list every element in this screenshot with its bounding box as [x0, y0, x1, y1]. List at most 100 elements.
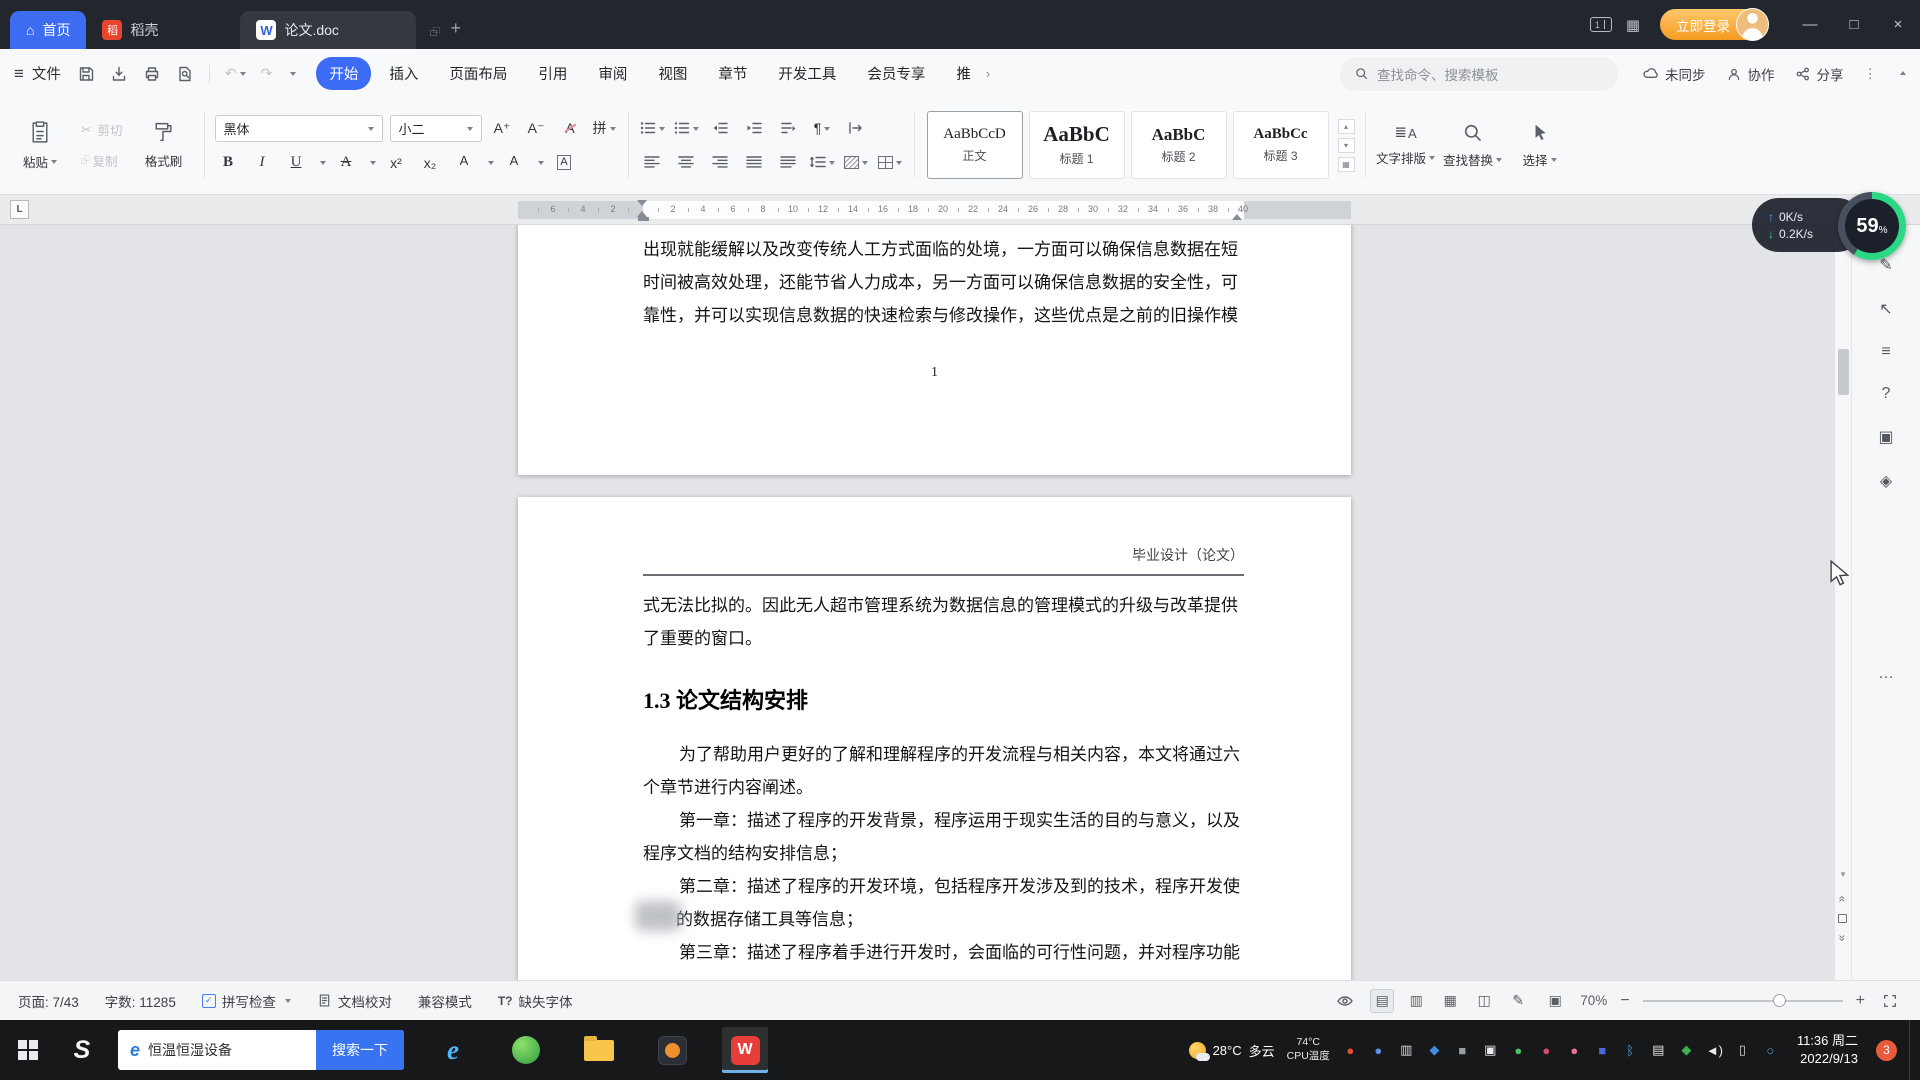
tab-document[interactable]: W 论文.doc: [240, 11, 416, 49]
undo-button[interactable]: ↶: [225, 65, 246, 82]
tray-app-pink-icon[interactable]: ●: [1566, 1043, 1583, 1058]
tray-app-crimson-icon[interactable]: ●: [1538, 1043, 1555, 1058]
clear-format-button[interactable]: A: [557, 115, 584, 141]
page-indicator[interactable]: 页面: 7/43: [18, 991, 79, 1011]
web-layout-icon[interactable]: ◫: [1472, 989, 1496, 1013]
window-split-icon[interactable]: 1: [1590, 17, 1612, 32]
select-browse-object-icon[interactable]: [1838, 914, 1847, 923]
performance-ring-widget[interactable]: 59%: [1838, 192, 1906, 260]
zoom-out-button[interactable]: −: [1620, 992, 1629, 1010]
decrease-font-button[interactable]: A⁻: [523, 115, 550, 141]
app-green-browser[interactable]: [503, 1027, 549, 1073]
numbered-list-button[interactable]: [673, 115, 700, 141]
tab-pin-icon[interactable]: □: [430, 28, 436, 39]
select-button[interactable]: 选择: [1510, 103, 1570, 187]
tray-shield-blue-icon[interactable]: ◆: [1426, 1042, 1443, 1058]
zoom-slider-thumb[interactable]: [1773, 994, 1786, 1007]
more-menu-icon[interactable]: ⋮: [1864, 66, 1878, 82]
tab-stops-button[interactable]: [843, 115, 870, 141]
tray-usb-icon[interactable]: ▯: [1734, 1042, 1751, 1058]
right-indent-marker[interactable]: [1232, 209, 1242, 220]
fullscreen-icon[interactable]: [1878, 989, 1902, 1013]
main-menu-icon[interactable]: ≡: [14, 64, 24, 84]
character-border-button[interactable]: A: [551, 150, 578, 176]
save-button[interactable]: [77, 65, 95, 83]
align-left-button[interactable]: [639, 149, 666, 175]
pinyin-guide-button[interactable]: 拼: [591, 115, 618, 141]
ribbon-tab-会员专享[interactable]: 会员专享: [854, 57, 938, 90]
text-direction-button[interactable]: [775, 115, 802, 141]
missing-font-warning[interactable]: T? 缺失字体: [498, 991, 573, 1011]
left-indent-handle[interactable]: [638, 217, 649, 221]
next-page-icon[interactable]: »: [1837, 935, 1849, 942]
weather-widget[interactable]: 28°C 多云: [1189, 1041, 1275, 1060]
tray-app-gray-icon[interactable]: ■: [1454, 1043, 1471, 1058]
close-button[interactable]: ×: [1876, 0, 1920, 49]
gallery-up-icon[interactable]: ▴: [1338, 119, 1355, 134]
zoom-slider[interactable]: [1643, 1000, 1843, 1002]
start-button[interactable]: [0, 1020, 56, 1080]
font-color-button[interactable]: A: [501, 150, 528, 176]
collaborate-button[interactable]: 协作: [1726, 64, 1775, 84]
cpu-temp-widget[interactable]: 74°C CPU温度: [1287, 1036, 1330, 1063]
gallery-down-icon[interactable]: ▾: [1338, 138, 1355, 153]
align-right-button[interactable]: [707, 149, 734, 175]
eye-protection-icon[interactable]: [1333, 989, 1357, 1013]
find-replace-button[interactable]: 查找替换: [1443, 103, 1503, 187]
select-tool-icon[interactable]: ↖: [1879, 299, 1892, 319]
login-button[interactable]: 立即登录: [1660, 9, 1768, 40]
tabs-overflow-icon[interactable]: ›: [986, 66, 990, 81]
tray-search-ring-icon[interactable]: ○: [1762, 1043, 1779, 1058]
file-menu[interactable]: 文件: [32, 63, 61, 84]
style-card-标题 1[interactable]: AaBbC标题 1: [1029, 111, 1125, 179]
spellcheck-toggle[interactable]: ✓ 拼写检查: [202, 991, 291, 1011]
tray-shield-green-icon[interactable]: ◆: [1678, 1042, 1695, 1058]
app-dark-utility[interactable]: [649, 1027, 695, 1073]
highlight-color-button[interactable]: A: [451, 150, 478, 176]
app-wps-office[interactable]: W: [722, 1027, 768, 1073]
tray-clipboard-icon[interactable]: ▤: [1650, 1042, 1667, 1058]
minimize-button[interactable]: —: [1788, 0, 1832, 49]
tray-app-indigo-icon[interactable]: ■: [1594, 1043, 1611, 1058]
document-page-1[interactable]: 随着信息化建设与软件开发技术逐渐成熟的时代进程的推进，所以各个信息化系统的 出现…: [518, 225, 1351, 475]
adjust-tool-icon[interactable]: ≡: [1881, 343, 1890, 361]
style-card-正文[interactable]: AaBbCcD正文: [927, 111, 1023, 179]
taskbar-search-box[interactable]: e 恒温恒湿设备 搜索一下: [118, 1030, 404, 1070]
tray-app-red-icon[interactable]: ●: [1342, 1043, 1359, 1058]
share-button[interactable]: 分享: [1795, 64, 1844, 84]
quickbar-dropdown-icon[interactable]: [290, 72, 296, 79]
zoom-in-button[interactable]: +: [1856, 992, 1865, 1010]
ribbon-tab-审阅[interactable]: 审阅: [585, 57, 640, 90]
print-preview-button[interactable]: [176, 65, 194, 83]
help-icon[interactable]: ?: [1882, 385, 1891, 403]
more-tools-icon[interactable]: …: [1878, 665, 1894, 683]
ribbon-tab-视图[interactable]: 视图: [645, 57, 700, 90]
tray-bluetooth-icon[interactable]: ᛒ: [1622, 1043, 1639, 1058]
tray-volume-icon[interactable]: ◄): [1706, 1043, 1723, 1058]
word-count[interactable]: 字数: 11285: [105, 991, 176, 1011]
ribbon-tab-引用[interactable]: 引用: [525, 57, 580, 90]
superscript-button[interactable]: x²: [383, 150, 410, 176]
shading-button[interactable]: [843, 149, 870, 175]
show-paragraph-marks-button[interactable]: ¶: [809, 115, 836, 141]
app-file-explorer[interactable]: [576, 1027, 622, 1073]
outline-view-icon[interactable]: ▦: [1438, 989, 1462, 1013]
print-button[interactable]: [143, 65, 161, 83]
align-center-button[interactable]: [673, 149, 700, 175]
notification-badge[interactable]: 3: [1876, 1040, 1897, 1061]
tray-app-white-icon[interactable]: ▣: [1482, 1042, 1499, 1058]
tab-selector[interactable]: L: [10, 200, 29, 219]
tray-app-blue-icon[interactable]: ●: [1370, 1043, 1387, 1058]
sync-status-button[interactable]: 未同步: [1642, 64, 1706, 84]
style-card-标题 3[interactable]: AaBbCc标题 3: [1233, 111, 1329, 179]
taskbar-search-button[interactable]: 搜索一下: [316, 1030, 404, 1070]
page-view-icon[interactable]: ▤: [1370, 989, 1394, 1013]
ribbon-tab-开始[interactable]: 开始: [316, 57, 371, 90]
tray-chart-icon[interactable]: ▥: [1398, 1042, 1415, 1058]
new-tab-button[interactable]: +: [451, 18, 462, 39]
reader-view-icon[interactable]: ▥: [1404, 989, 1428, 1013]
tab-home[interactable]: ⌂ 首页: [10, 11, 86, 49]
vertical-scrollbar[interactable]: ▴ ▾: [1834, 225, 1851, 980]
underline-button[interactable]: U: [283, 150, 310, 176]
command-search-input[interactable]: 查找命令、搜索模板: [1340, 57, 1618, 91]
